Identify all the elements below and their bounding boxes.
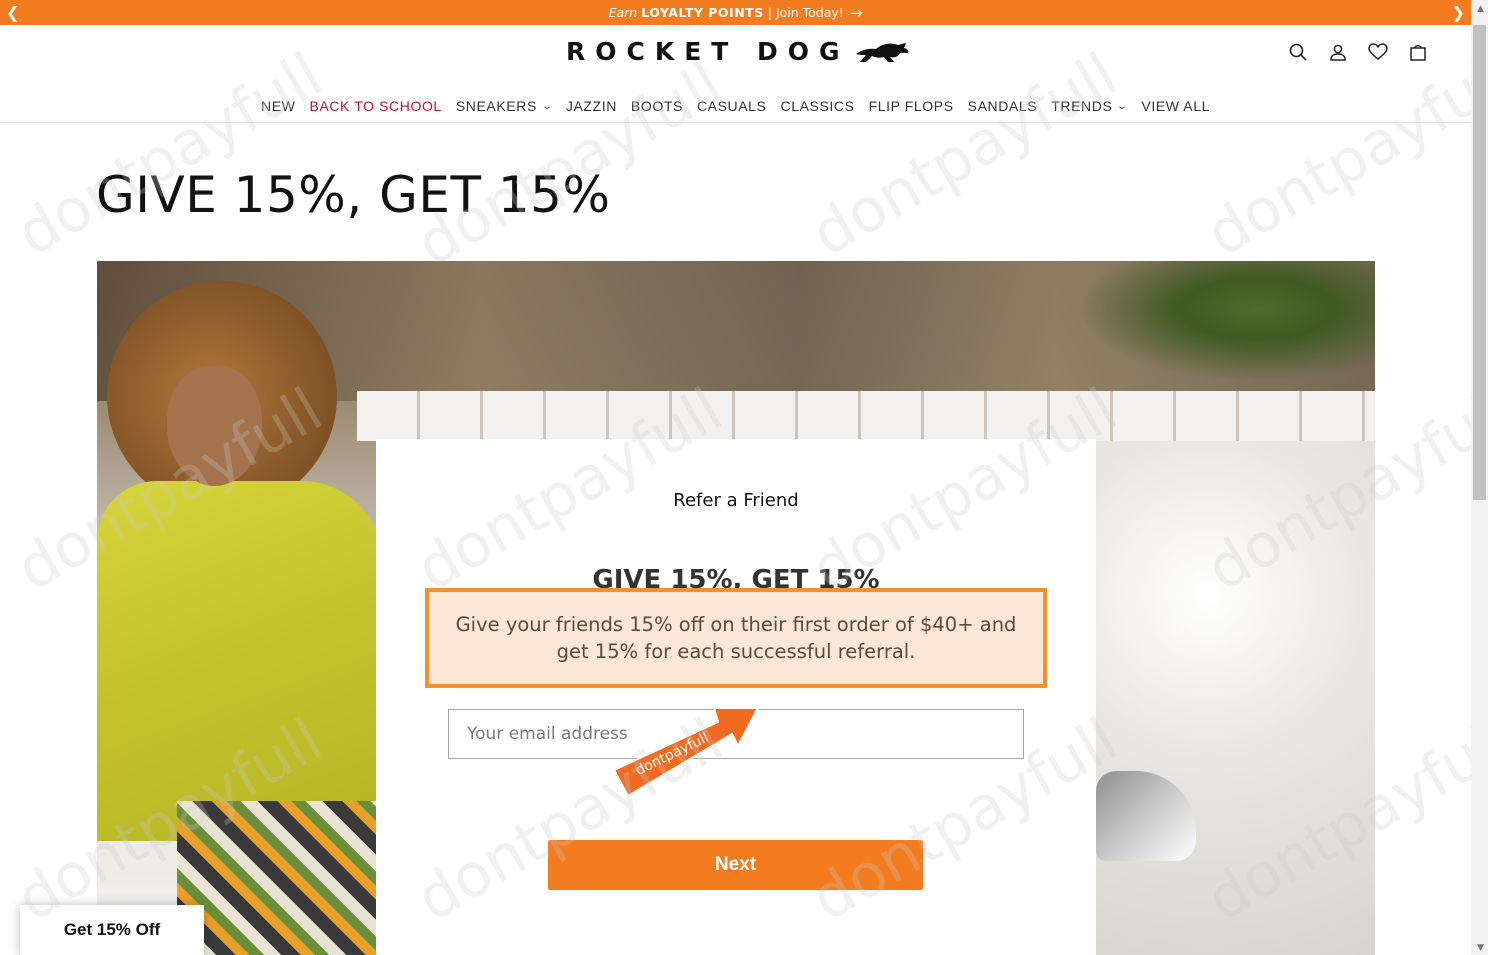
scroll-down-icon[interactable]: ▼ <box>1477 943 1484 953</box>
header-icons <box>1287 41 1429 63</box>
cart-icon[interactable] <box>1407 41 1429 63</box>
nav-label: SANDALS <box>967 98 1038 114</box>
chevron-left-icon[interactable]: ❮ <box>6 3 19 22</box>
announcement-prefix: Earn <box>608 5 638 20</box>
nav-label: NEW <box>260 98 296 114</box>
page-title: GIVE 15%, GET 15% <box>96 166 611 224</box>
join-today-link[interactable]: Join Today! <box>776 5 844 20</box>
main-nav: NEW BACK TO SCHOOL SNEAKERS ⌄ JAZZIN BOOT… <box>0 98 1471 114</box>
get-15-off-tab[interactable]: Get 15% Off <box>20 905 204 955</box>
nav-item-trends[interactable]: TRENDS ⌄ <box>1051 98 1130 114</box>
heart-icon[interactable] <box>1367 41 1389 63</box>
nav-item-sandals[interactable]: SANDALS <box>968 98 1038 114</box>
scroll-up-icon[interactable]: ▲ <box>1477 4 1484 14</box>
nav-item-classics[interactable]: CLASSICS <box>781 98 855 114</box>
site-header: ROCKET DOG NEW BACK TO SCHOOL SNEAKERS ⌄ … <box>0 25 1471 123</box>
logo-text: ROCKET DOG <box>566 37 850 66</box>
hero-model <box>97 281 382 955</box>
nav-item-new[interactable]: NEW <box>261 98 295 114</box>
nav-label: BOOTS <box>630 98 683 114</box>
nav-label: TRENDS <box>1051 98 1113 114</box>
next-button[interactable]: Next <box>548 840 923 890</box>
nav-item-sneakers[interactable]: SNEAKERS ⌄ <box>455 98 554 114</box>
logo[interactable]: ROCKET DOG <box>566 37 910 66</box>
referral-description: Give your friends 15% off on their first… <box>425 588 1047 688</box>
page-scrollbar[interactable]: ▲ ▼ <box>1471 0 1488 955</box>
nav-item-back-to-school[interactable]: BACK TO SCHOOL <box>309 98 441 114</box>
announcement-bold: LOYALTY POINTS <box>641 5 764 20</box>
chevron-down-icon: ⌄ <box>541 100 554 112</box>
hero-sweater <box>97 481 382 841</box>
nav-label: BACK TO SCHOOL <box>309 98 442 114</box>
hero-face <box>167 366 262 486</box>
hero-pants <box>177 801 382 955</box>
scroll-thumb[interactable] <box>1473 25 1486 500</box>
nav-item-casuals[interactable]: CASUALS <box>697 98 767 114</box>
chevron-right-icon[interactable]: ❯ <box>1452 3 1465 22</box>
nav-item-flip-flops[interactable]: FLIP FLOPS <box>869 98 954 114</box>
chevron-down-icon: ⌄ <box>1116 100 1130 112</box>
announcement-bar: ❮ Earn LOYALTY POINTS | Join Today! → ❯ <box>0 0 1471 25</box>
running-dog-icon <box>855 42 908 62</box>
dontpayfull-arrow-stamp: dontpayfull <box>612 707 760 798</box>
account-icon[interactable] <box>1327 41 1349 63</box>
nav-label: FLIP FLOPS <box>868 98 954 114</box>
nav-label: CASUALS <box>696 98 767 114</box>
card-heading: GIVE 15%, GET 15% <box>592 565 880 589</box>
hero-plants <box>1077 261 1375 381</box>
nav-label: VIEW ALL <box>1141 98 1210 114</box>
card-eyebrow: Refer a Friend <box>673 490 799 511</box>
nav-label: SNEAKERS <box>455 98 537 114</box>
arrow-right-icon: → <box>849 3 863 22</box>
nav-label: CLASSICS <box>780 98 855 114</box>
nav-item-jazzin[interactable]: JAZZIN <box>566 98 617 114</box>
nav-item-boots[interactable]: BOOTS <box>631 98 683 114</box>
hero-bricks <box>357 391 1375 441</box>
hero-white-wall <box>1096 441 1375 955</box>
nav-label: JAZZIN <box>565 98 617 114</box>
nav-item-view-all[interactable]: VIEW ALL <box>1141 98 1210 114</box>
search-icon[interactable] <box>1287 41 1309 63</box>
announcement-separator: | <box>767 5 772 20</box>
